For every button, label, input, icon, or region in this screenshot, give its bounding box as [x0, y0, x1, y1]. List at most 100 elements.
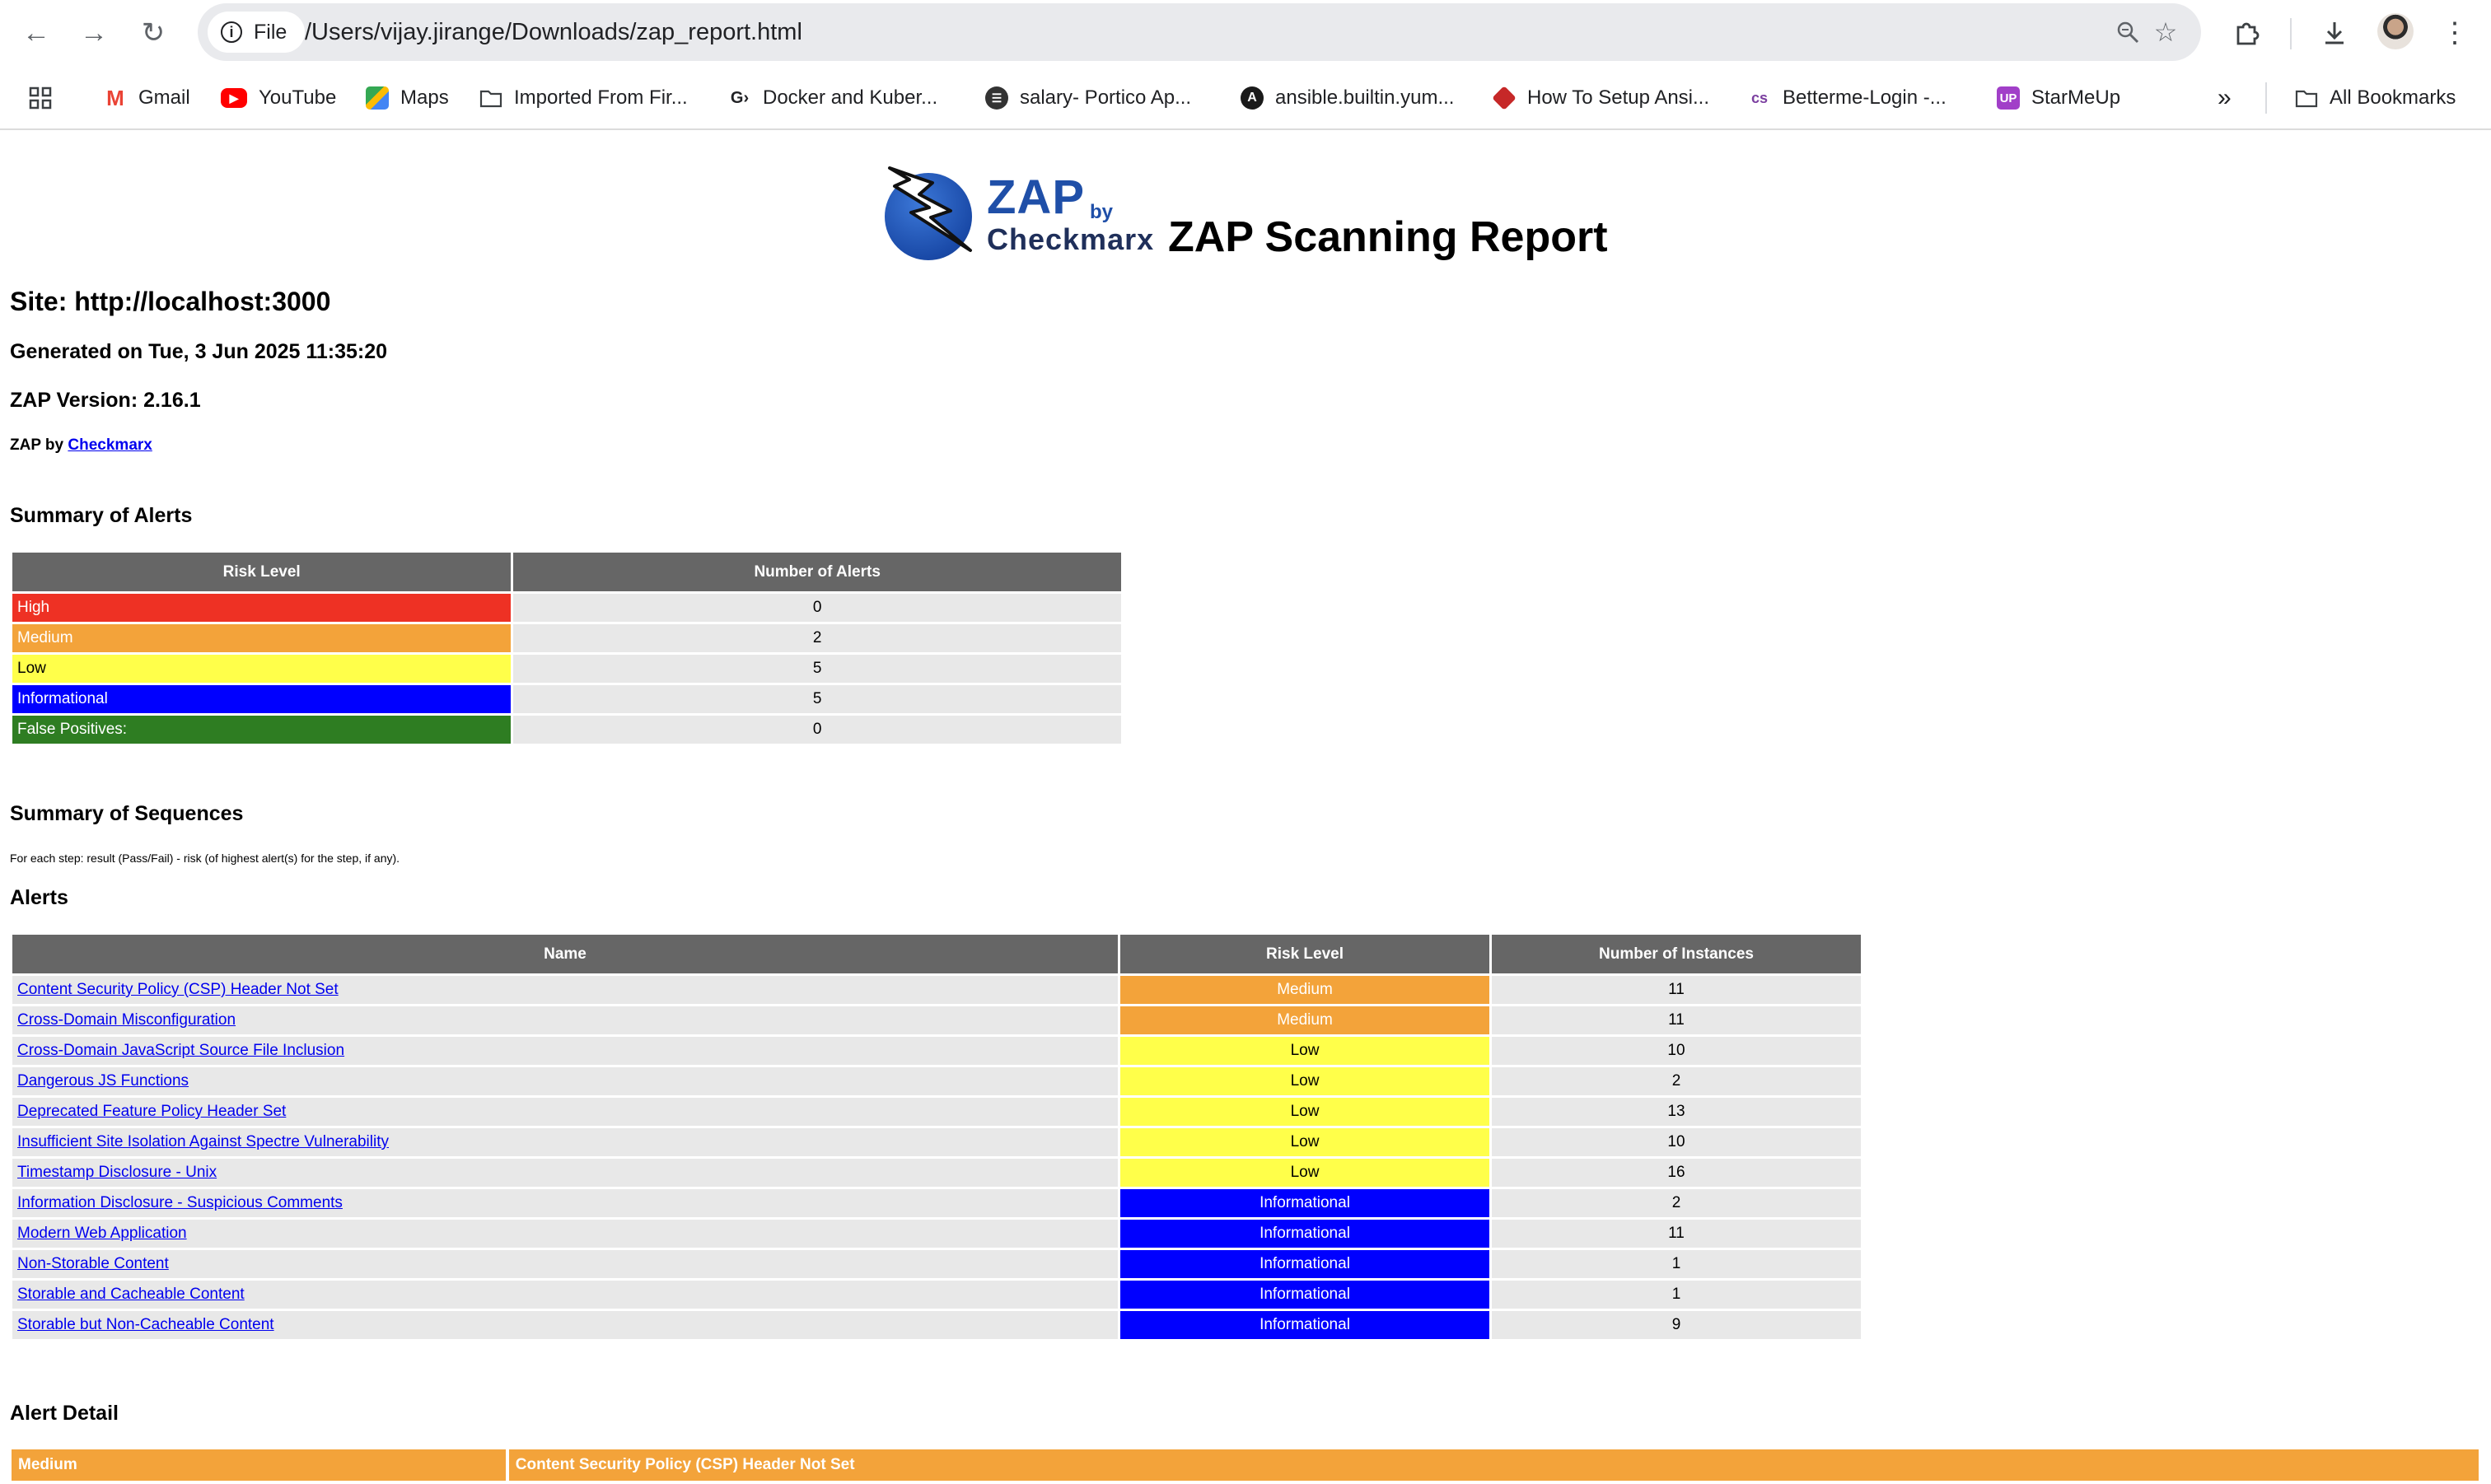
- folder-icon: [479, 86, 502, 110]
- site-heading: Site: http://localhost:3000: [10, 287, 331, 316]
- gmail-icon: M: [104, 86, 127, 110]
- table-row: High 0: [12, 594, 1121, 622]
- table-row: Modern Web Application Informational 11: [12, 1220, 1861, 1248]
- bookmark-label: StarMeUp: [2031, 86, 2121, 109]
- reload-icon[interactable]: ↻: [130, 12, 176, 54]
- extensions-icon[interactable]: [2226, 12, 2269, 54]
- back-arrow-icon[interactable]: ←: [13, 12, 59, 54]
- youtube-icon: ▶: [221, 88, 247, 108]
- summary-alerts-table: Risk Level Number of Alerts High 0 Mediu…: [10, 550, 1124, 746]
- cube-icon: [1492, 86, 1517, 110]
- g-icon: G›: [728, 86, 751, 110]
- risk-level-cell: Informational: [12, 685, 512, 713]
- bookmark-maps[interactable]: Maps: [366, 77, 449, 119]
- alert-count-cell: 0: [513, 594, 1121, 622]
- bookmark-betterme[interactable]: cs Betterme-Login -...: [1748, 77, 1947, 119]
- alert-instances-cell: 9: [1492, 1311, 1861, 1339]
- bookmark-label: Imported From Fir...: [514, 86, 688, 109]
- bookmark-label: salary- Portico Ap...: [1020, 86, 1192, 109]
- browser-chrome: ← → ↻ i File /Users/vijay.jirange/Downlo…: [0, 0, 2491, 130]
- alert-link[interactable]: Storable but Non-Cacheable Content: [17, 1316, 274, 1333]
- zap-by-prefix: ZAP by: [10, 436, 68, 454]
- bookmark-imported[interactable]: Imported From Fir...: [479, 77, 688, 119]
- checkmarx-link[interactable]: Checkmarx: [68, 436, 152, 454]
- lightning-bolt-icon: [888, 166, 972, 252]
- summary-sequences-heading: Summary of Sequences: [10, 802, 244, 825]
- table-row: Non-Storable Content Informational 1: [12, 1250, 1861, 1278]
- alert-count-cell: 5: [513, 655, 1121, 683]
- url-text[interactable]: /Users/vijay.jirange/Downloads/zap_repor…: [305, 3, 802, 61]
- alert-link[interactable]: Modern Web Application: [17, 1225, 187, 1242]
- alert-link[interactable]: Deprecated Feature Policy Header Set: [17, 1103, 286, 1120]
- table-row: Storable but Non-Cacheable Content Infor…: [12, 1311, 1861, 1339]
- report-header: ZAP by Checkmarx ZAP Scanning Report: [881, 153, 1608, 261]
- table-row: Insufficient Site Isolation Against Spec…: [12, 1128, 1861, 1156]
- alert-risk-cell: Medium: [1120, 1006, 1489, 1034]
- risk-level-cell: False Positives:: [12, 716, 512, 744]
- alert-link[interactable]: Insufficient Site Isolation Against Spec…: [17, 1133, 389, 1150]
- alert-risk-cell: Low: [1120, 1067, 1489, 1095]
- bookmark-label: YouTube: [259, 86, 337, 109]
- alert-instances-cell: 11: [1492, 976, 1861, 1004]
- alert-count-cell: 0: [513, 716, 1121, 744]
- table-row: Informational 5: [12, 685, 1121, 713]
- alert-link[interactable]: Storable and Cacheable Content: [17, 1286, 245, 1303]
- alert-link[interactable]: Dangerous JS Functions: [17, 1072, 189, 1090]
- apps-grid-icon[interactable]: [28, 77, 53, 119]
- alert-instances-cell: 11: [1492, 1220, 1861, 1248]
- alert-instances-cell: 16: [1492, 1159, 1861, 1187]
- alert-link[interactable]: Information Disclosure - Suspicious Comm…: [17, 1194, 343, 1211]
- alert-link[interactable]: Timestamp Disclosure - Unix: [17, 1164, 217, 1181]
- toolbar-divider: [2290, 18, 2292, 49]
- alert-link[interactable]: Cross-Domain JavaScript Source File Incl…: [17, 1042, 344, 1059]
- col-name: Name: [12, 935, 1118, 973]
- site-info-chip[interactable]: i File: [208, 12, 306, 53]
- bookmark-gmail[interactable]: M Gmail: [104, 77, 190, 119]
- zoom-icon[interactable]: [2110, 15, 2145, 49]
- alert-risk-cell: Informational: [1120, 1250, 1489, 1278]
- menu-kebab-icon[interactable]: ⋮: [2433, 12, 2476, 54]
- bookmark-youtube[interactable]: ▶ YouTube: [221, 77, 336, 119]
- sequences-note: For each step: result (Pass/Fail) - risk…: [10, 852, 400, 865]
- forward-arrow-icon[interactable]: →: [71, 12, 117, 54]
- bookmark-star-icon[interactable]: ☆: [2148, 15, 2183, 49]
- table-row: Dangerous JS Functions Low 2: [12, 1067, 1861, 1095]
- bookmark-label: Docker and Kuber...: [763, 86, 938, 109]
- zap-version: ZAP Version: 2.16.1: [10, 389, 201, 412]
- bookmark-docker[interactable]: G› Docker and Kuber...: [728, 77, 937, 119]
- bookmark-label: How To Setup Ansi...: [1527, 86, 1710, 109]
- logo-zap-text: ZAP: [987, 170, 1085, 224]
- bookmark-label: Gmail: [138, 86, 190, 109]
- alert-instances-cell: 11: [1492, 1006, 1861, 1034]
- col-risk-level: Risk Level: [1120, 935, 1489, 973]
- alert-link[interactable]: Content Security Policy (CSP) Header Not…: [17, 981, 339, 998]
- bookmarks-overflow-chevron-icon[interactable]: »: [2218, 77, 2232, 119]
- bookmark-salary[interactable]: ☰ salary- Portico Ap...: [985, 77, 1191, 119]
- profile-avatar[interactable]: [2377, 13, 2414, 49]
- report-page: ZAP by Checkmarx ZAP Scanning Report Sit…: [0, 130, 2491, 1484]
- download-icon[interactable]: [2313, 12, 2356, 54]
- bookmark-how-to-setup[interactable]: How To Setup Ansi...: [1492, 77, 1710, 119]
- file-chip-label: File: [254, 20, 287, 44]
- alert-risk-cell: Informational: [1120, 1311, 1489, 1339]
- alert-risk-cell: Low: [1120, 1159, 1489, 1187]
- bookmark-starmeup[interactable]: UP StarMeUp: [1997, 77, 2120, 119]
- zap-logo: ZAP by Checkmarx: [881, 161, 1161, 260]
- bookmark-ansible[interactable]: A ansible.builtin.yum...: [1241, 77, 1454, 119]
- maps-icon: [366, 86, 389, 110]
- alert-instances-cell: 10: [1492, 1037, 1861, 1065]
- alert-count-cell: 5: [513, 685, 1121, 713]
- all-bookmarks[interactable]: All Bookmarks: [2295, 77, 2456, 119]
- ansible-icon: A: [1241, 86, 1264, 110]
- table-row: Storable and Cacheable Content Informati…: [12, 1281, 1861, 1309]
- logo-by-text: by: [1090, 201, 1114, 223]
- risk-level-cell: High: [12, 594, 512, 622]
- address-bar[interactable]: i File /Users/vijay.jirange/Downloads/za…: [198, 3, 2201, 61]
- starmeup-icon: UP: [1997, 86, 2020, 110]
- bookmark-label: Maps: [400, 86, 449, 109]
- table-row: Deprecated Feature Policy Header Set Low…: [12, 1098, 1861, 1126]
- table-row: Cross-Domain JavaScript Source File Incl…: [12, 1037, 1861, 1065]
- alert-link[interactable]: Non-Storable Content: [17, 1255, 169, 1272]
- table-row: Timestamp Disclosure - Unix Low 16: [12, 1159, 1861, 1187]
- alert-link[interactable]: Cross-Domain Misconfiguration: [17, 1011, 236, 1029]
